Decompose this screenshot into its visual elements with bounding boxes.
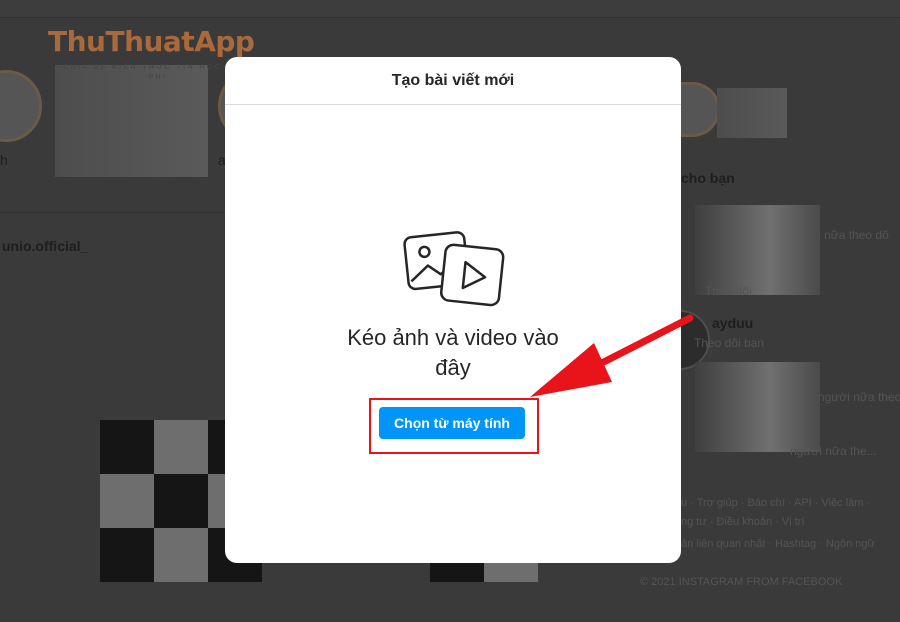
- photo-video-icon: [403, 231, 505, 307]
- suggestion-name: ayduu: [712, 315, 754, 331]
- suggestion-meta: người nữa theo: [818, 390, 900, 404]
- copyright: © 2021 INSTAGRAM FROM FACEBOOK: [640, 576, 843, 588]
- suggestion-thumbnail: [695, 205, 820, 295]
- story-label: h: [0, 152, 8, 168]
- post-username: unio.official_: [2, 238, 89, 254]
- profile-thumbnail: [717, 88, 787, 138]
- suggestion-sub: Theo dõi bạn: [694, 336, 765, 350]
- highlight-box: [369, 398, 539, 454]
- drop-instruction-line: Kéo ảnh và video vào: [347, 325, 559, 350]
- suggestion-sub: người nữa the...: [790, 444, 877, 458]
- drop-instruction: Kéo ảnh và video vào đây: [225, 323, 681, 383]
- footer-links: ng tư · Điều khoản · Vị trí: [681, 516, 805, 528]
- story-avatar: [0, 70, 42, 142]
- watermark-logo: ThuThuatApp: [48, 25, 255, 58]
- dialog-header: Tạo bài viết mới: [225, 57, 681, 105]
- dialog-title: Tạo bài viết mới: [391, 71, 515, 89]
- top-navbar: [0, 0, 900, 18]
- suggestion-meta: i nữa theo dõ: [818, 228, 889, 242]
- divider: [0, 212, 225, 213]
- footer-links: ản liên quan nhất · Hashtag · Ngôn ngữ: [681, 538, 875, 550]
- suggestion-thumbnail: [695, 362, 820, 452]
- drop-instruction-line: đây: [435, 355, 471, 380]
- create-post-dialog: Tạo bài viết mới Kéo ảnh và video vào đâ…: [225, 57, 681, 563]
- suggestion-sub: Theo dõi: [705, 284, 752, 298]
- suggestions-heading: cho bạn: [681, 170, 735, 186]
- profile-avatar: [680, 82, 720, 137]
- footer-links: u · Trợ giúp · Báo chí · API · Việc làm …: [681, 497, 871, 509]
